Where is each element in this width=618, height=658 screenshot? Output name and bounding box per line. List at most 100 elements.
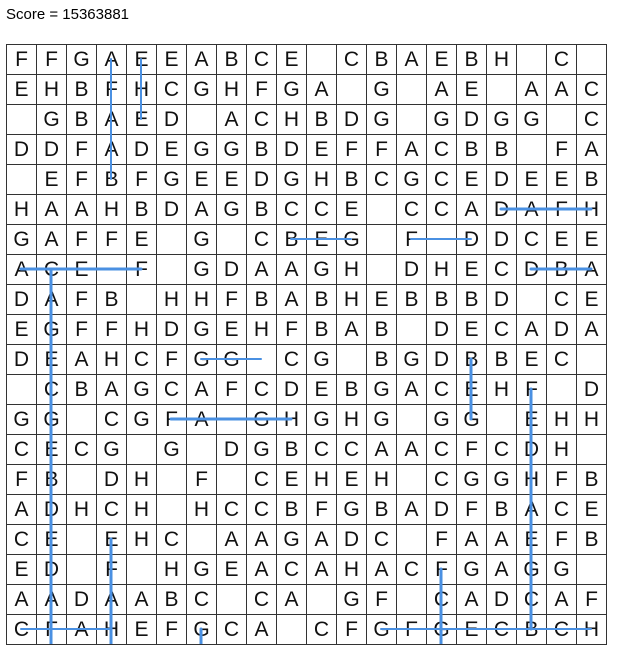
board-cell[interactable]: C — [427, 375, 457, 405]
board-cell[interactable]: E — [217, 315, 247, 345]
board-cell[interactable]: H — [577, 195, 607, 225]
board-cell[interactable]: C — [487, 615, 517, 645]
board-cell[interactable]: F — [97, 75, 127, 105]
board-cell[interactable] — [487, 405, 517, 435]
board-cell[interactable]: B — [577, 465, 607, 495]
board-cell[interactable]: D — [517, 435, 547, 465]
board-cell[interactable]: D — [127, 135, 157, 165]
board-cell[interactable]: D — [157, 195, 187, 225]
board-cell[interactable]: G — [367, 75, 397, 105]
board-cell[interactable]: D — [7, 135, 37, 165]
board-cell[interactable]: F — [157, 345, 187, 375]
board-cell[interactable]: A — [457, 525, 487, 555]
board-cell[interactable]: C — [547, 345, 577, 375]
board-cell[interactable]: B — [277, 495, 307, 525]
board-cell[interactable]: D — [427, 495, 457, 525]
board-cell[interactable]: G — [247, 435, 277, 465]
board-cell[interactable]: C — [127, 345, 157, 375]
board-cell[interactable]: G — [427, 615, 457, 645]
board-cell[interactable]: G — [187, 615, 217, 645]
board-cell[interactable]: C — [37, 375, 67, 405]
board-cell[interactable]: E — [127, 105, 157, 135]
board-cell[interactable]: F — [367, 135, 397, 165]
board-cell[interactable]: A — [187, 375, 217, 405]
board-cell[interactable]: E — [577, 495, 607, 525]
board-cell[interactable]: F — [67, 285, 97, 315]
board-cell[interactable]: H — [187, 285, 217, 315]
board-cell[interactable]: A — [517, 495, 547, 525]
board-cell[interactable] — [7, 165, 37, 195]
board-cell[interactable]: G — [487, 465, 517, 495]
board-cell[interactable]: F — [547, 195, 577, 225]
board-cell[interactable]: H — [67, 495, 97, 525]
board-cell[interactable]: G — [187, 255, 217, 285]
board-cell[interactable]: B — [67, 75, 97, 105]
board-cell[interactable]: C — [337, 435, 367, 465]
board-cell[interactable]: G — [277, 75, 307, 105]
board-cell[interactable]: D — [97, 465, 127, 495]
board-cell[interactable]: H — [127, 495, 157, 525]
board-cell[interactable]: H — [37, 75, 67, 105]
board-cell[interactable]: H — [427, 255, 457, 285]
board-cell[interactable]: D — [277, 135, 307, 165]
board-cell[interactable]: G — [457, 465, 487, 495]
board-cell[interactable]: F — [457, 435, 487, 465]
board-cell[interactable]: F — [277, 315, 307, 345]
board-cell[interactable]: C — [307, 435, 337, 465]
board-cell[interactable]: H — [337, 405, 367, 435]
board-cell[interactable]: E — [37, 345, 67, 375]
board-cell[interactable]: C — [577, 105, 607, 135]
board-cell[interactable]: D — [37, 495, 67, 525]
board-cell[interactable]: B — [337, 165, 367, 195]
board-cell[interactable]: C — [37, 255, 67, 285]
board-cell[interactable]: E — [427, 45, 457, 75]
board-cell[interactable]: C — [97, 405, 127, 435]
board-cell[interactable]: F — [547, 525, 577, 555]
board-cell[interactable] — [487, 75, 517, 105]
board-cell[interactable]: E — [577, 225, 607, 255]
board-cell[interactable]: G — [277, 165, 307, 195]
board-cell[interactable]: D — [457, 225, 487, 255]
board-cell[interactable] — [397, 585, 427, 615]
board-cell[interactable] — [67, 405, 97, 435]
board-cell[interactable]: D — [247, 165, 277, 195]
board-cell[interactable] — [397, 405, 427, 435]
board-cell[interactable]: C — [427, 195, 457, 225]
board-cell[interactable]: F — [337, 615, 367, 645]
board-cell[interactable]: D — [397, 255, 427, 285]
board-cell[interactable]: G — [187, 75, 217, 105]
board-cell[interactable]: B — [97, 285, 127, 315]
board-cell[interactable]: D — [37, 135, 67, 165]
board-cell[interactable]: A — [307, 555, 337, 585]
board-cell[interactable]: D — [277, 375, 307, 405]
board-cell[interactable]: F — [547, 135, 577, 165]
board-cell[interactable]: B — [487, 135, 517, 165]
board-cell[interactable]: H — [97, 195, 127, 225]
board-cell[interactable]: F — [577, 585, 607, 615]
board-cell[interactable]: G — [457, 555, 487, 585]
board-cell[interactable] — [157, 495, 187, 525]
board-cell[interactable]: E — [277, 465, 307, 495]
board-cell[interactable]: C — [67, 435, 97, 465]
board-cell[interactable]: G — [187, 315, 217, 345]
board-cell[interactable]: H — [487, 375, 517, 405]
board-cell[interactable]: B — [277, 225, 307, 255]
board-cell[interactable]: F — [427, 525, 457, 555]
board-cell[interactable]: G — [367, 405, 397, 435]
board-cell[interactable]: G — [217, 135, 247, 165]
board-cell[interactable]: G — [247, 405, 277, 435]
board-cell[interactable]: E — [457, 375, 487, 405]
board-cell[interactable]: G — [367, 375, 397, 405]
board-cell[interactable]: B — [577, 165, 607, 195]
board-cell[interactable]: A — [397, 135, 427, 165]
board-cell[interactable]: E — [517, 525, 547, 555]
board-cell[interactable]: E — [127, 615, 157, 645]
board-cell[interactable]: B — [487, 495, 517, 525]
board-cell[interactable] — [217, 225, 247, 255]
board-cell[interactable]: B — [457, 45, 487, 75]
board-cell[interactable]: G — [187, 135, 217, 165]
board-cell[interactable]: H — [97, 615, 127, 645]
board-cell[interactable]: F — [307, 495, 337, 525]
board-cell[interactable]: E — [217, 165, 247, 195]
board-cell[interactable]: E — [457, 165, 487, 195]
